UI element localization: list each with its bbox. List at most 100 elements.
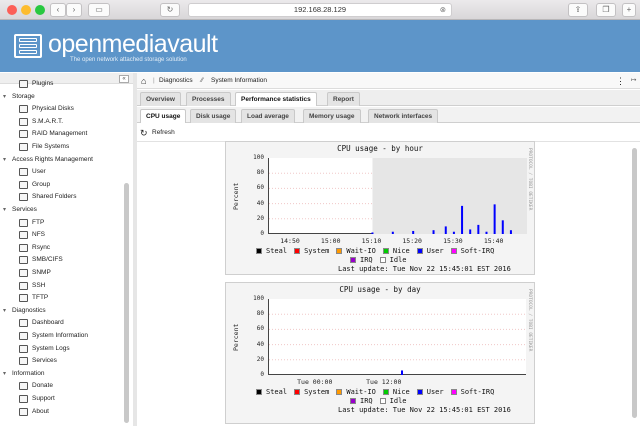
y-tick-label: 40: [256, 199, 264, 207]
tab-processes[interactable]: Processes: [186, 92, 231, 106]
legend-label: Steal: [266, 388, 288, 396]
home-icon[interactable]: ⌂: [141, 73, 146, 89]
plot-area: [268, 158, 527, 234]
legend-swatch: [350, 257, 356, 263]
legend-item: Wait-IO: [336, 247, 376, 256]
nav-item-label: RAID Management: [32, 130, 88, 138]
close-window-button[interactable]: [7, 5, 17, 15]
y-tick-label: 60: [256, 184, 264, 192]
series-user-bar: [509, 230, 512, 234]
expand-toggle-icon[interactable]: ▾: [3, 91, 6, 103]
tab-load-average[interactable]: Load average: [241, 109, 295, 123]
expand-toggle-icon[interactable]: ▾: [3, 305, 6, 317]
legend-label: Nice: [392, 247, 410, 255]
tab-memory-usage[interactable]: Memory usage: [303, 109, 361, 123]
legend-label: Idle: [389, 256, 407, 264]
x-tick-label: Tue 00:00: [297, 378, 333, 386]
chart-title: CPU usage - by day: [339, 285, 421, 294]
plot-area: [268, 299, 527, 375]
nav-group-label: Storage: [12, 92, 35, 100]
sidebar-toggle-icon[interactable]: ▭: [88, 3, 110, 17]
legend-swatch: [294, 389, 301, 395]
nav-group-label: Access Rights Management: [12, 155, 93, 163]
legend-item: User: [416, 247, 444, 256]
reload-icon[interactable]: ↻: [160, 3, 180, 17]
nav-item-label: User: [32, 168, 46, 176]
expand-toggle-icon[interactable]: ▾: [3, 154, 6, 166]
chart-panel-by-day: CPU usage - by day PROTOCOL / TOBI OETIKE…: [225, 282, 535, 424]
nav-item-label: System Logs: [32, 344, 70, 352]
series-user-bar: [432, 230, 435, 234]
nav-item-label: SSH: [32, 281, 46, 289]
more-vertical-icon[interactable]: ⋮: [616, 73, 625, 89]
browser-toolbar: ‹ › ▭ ↻ 192.168.28.129 ⊗ ⇪ ❐ +: [0, 0, 640, 20]
zoom-window-button[interactable]: [35, 5, 45, 15]
legend-item: Soft-IRQ: [450, 388, 494, 397]
share-icon: [19, 193, 28, 202]
legend-label: Idle: [389, 397, 407, 405]
legend-swatch: [294, 248, 301, 254]
breadcrumb-system-information[interactable]: System Information: [211, 73, 267, 89]
logout-icon[interactable]: ↦: [631, 73, 636, 89]
nav-scrollbar[interactable]: [124, 183, 129, 423]
y-tick-label: 100: [253, 154, 264, 161]
tab-disk-usage[interactable]: Disk usage: [190, 109, 237, 123]
series-user-bar: [485, 231, 488, 234]
legend-label: IRQ: [360, 397, 373, 405]
expand-toggle-icon[interactable]: ▾: [3, 368, 6, 380]
share-icon[interactable]: ⇪: [568, 3, 588, 17]
breadcrumb-diagnostics[interactable]: Diagnostics: [159, 73, 193, 89]
content-area: CPU usage - by hour PROTOCOL / TOBI OETIK…: [137, 141, 627, 426]
tftp-icon: [19, 294, 28, 303]
clear-url-icon[interactable]: ⊗: [440, 4, 446, 16]
legend-item: Steal: [256, 247, 287, 256]
address-bar[interactable]: 192.168.28.129 ⊗: [188, 3, 452, 17]
legend-label: User: [426, 388, 444, 396]
nav-item-label: Group: [32, 180, 51, 188]
chart-legend: Steal System Wait-IO Nice User Soft-IRQ IRQ Idl…: [256, 247, 511, 274]
legend-swatch: [450, 248, 457, 254]
plot-svg: [269, 158, 527, 234]
refresh-icon[interactable]: ↻: [140, 124, 148, 142]
legend-label: Wait-IO: [346, 388, 376, 396]
ftp-icon: [19, 218, 28, 227]
tab-performance-statistics[interactable]: Performance statistics: [235, 92, 317, 106]
heart-icon: [19, 382, 28, 391]
new-tab-icon[interactable]: +: [622, 3, 636, 17]
back-button[interactable]: ‹: [50, 3, 66, 17]
tab-report[interactable]: Report: [327, 92, 360, 106]
x-tick-label: 15:10: [361, 237, 382, 245]
nav-item-label: TFTP: [32, 294, 49, 302]
tab-cpu-usage[interactable]: CPU usage: [140, 109, 187, 123]
legend-item: Wait-IO: [336, 388, 376, 397]
minimize-window-button[interactable]: [21, 5, 31, 15]
dashboard-icon: [19, 319, 28, 328]
series-user-bar: [477, 224, 480, 234]
nav-group-label: Services: [12, 206, 37, 213]
nav-item-label: System Information: [32, 332, 88, 339]
rsync-icon: [19, 243, 28, 252]
tab-network-interfaces[interactable]: Network interfaces: [368, 109, 439, 123]
breadcrumb-separator: |: [153, 77, 155, 84]
y-tick-label: 100: [253, 295, 264, 302]
smb-icon: [19, 256, 28, 265]
legend-swatch: [350, 398, 356, 404]
legend-item: Nice: [382, 247, 410, 256]
content-scrollbar[interactable]: [632, 148, 637, 418]
y-tick-label: 20: [256, 355, 264, 363]
y-tick-label: 0: [260, 230, 264, 237]
collapse-nav-button[interactable]: «: [119, 75, 129, 83]
nav-item-label: Rsync: [32, 243, 51, 251]
forward-button[interactable]: ›: [66, 3, 82, 17]
y-tick-label: 80: [256, 310, 264, 318]
nav-item-label: Shared Folders: [32, 193, 77, 201]
tabs-overview-icon[interactable]: ❐: [596, 3, 616, 17]
openmediavault-logo-icon: [14, 34, 42, 58]
x-tick-label: 15:00: [320, 237, 341, 245]
expand-toggle-icon[interactable]: ▾: [3, 204, 6, 216]
legend-item: Nice: [382, 388, 410, 397]
tab-overview[interactable]: Overview: [140, 92, 181, 106]
legend-item: IRQ: [350, 256, 373, 265]
plugin-icon: [19, 80, 28, 88]
refresh-button[interactable]: Refresh: [152, 124, 175, 142]
